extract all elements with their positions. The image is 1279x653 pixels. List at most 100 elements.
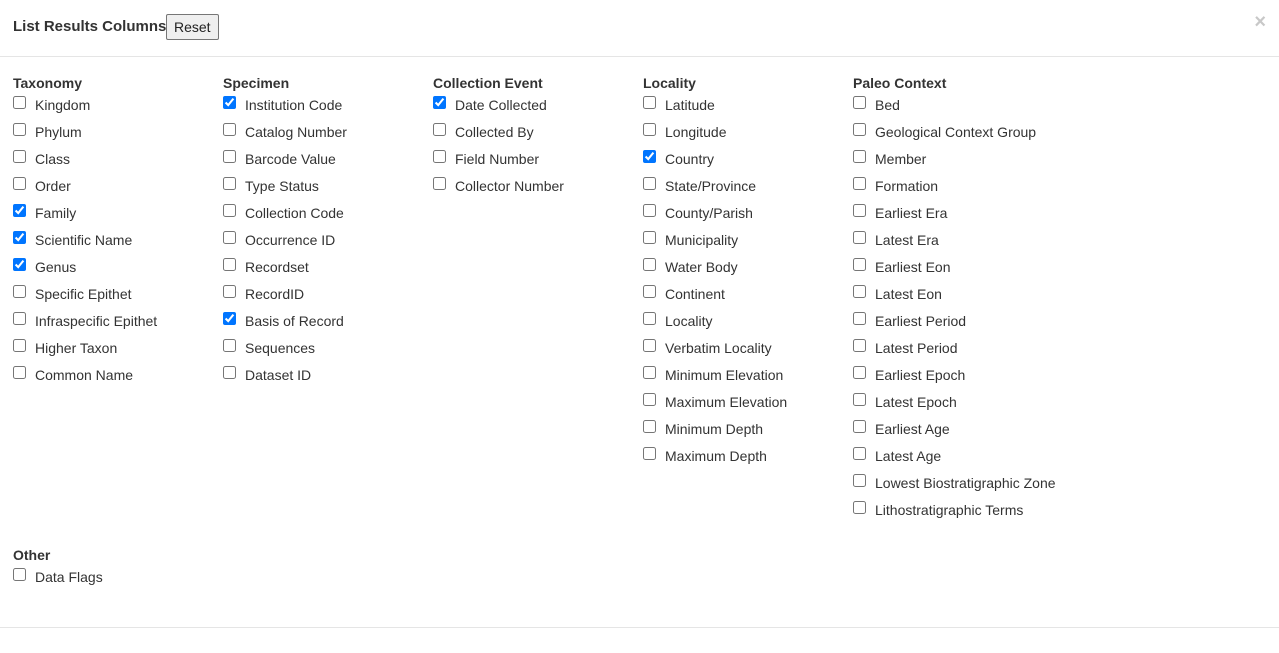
column-checkbox[interactable] [853,339,866,352]
column-checkbox[interactable] [13,177,26,190]
column-option-label[interactable]: Latest Period [875,340,958,356]
close-icon[interactable]: × [1254,11,1266,33]
column-option[interactable]: Latitude [643,95,853,122]
column-option-label[interactable]: Genus [35,259,76,275]
column-checkbox[interactable] [853,447,866,460]
column-option-label[interactable]: Locality [665,313,712,329]
column-option-label[interactable]: Basis of Record [245,313,344,329]
column-option[interactable]: Common Name [13,365,223,392]
column-option[interactable]: Catalog Number [223,122,433,149]
column-option[interactable]: Maximum Elevation [643,392,853,419]
column-option-label[interactable]: Geological Context Group [875,124,1036,140]
column-option-label[interactable]: Minimum Elevation [665,367,783,383]
column-option[interactable]: Class [13,149,223,176]
reset-button[interactable]: Reset [166,14,219,40]
column-option[interactable]: Latest Epoch [853,392,1113,419]
column-checkbox[interactable] [853,366,866,379]
column-option[interactable]: Collection Code [223,203,433,230]
column-checkbox[interactable] [223,204,236,217]
column-option[interactable]: Continent [643,284,853,311]
column-option-label[interactable]: Earliest Epoch [875,367,965,383]
column-checkbox[interactable] [643,312,656,325]
column-option-label[interactable]: Continent [665,286,725,302]
column-checkbox[interactable] [643,177,656,190]
column-checkbox[interactable] [643,96,656,109]
column-checkbox[interactable] [643,393,656,406]
column-option[interactable]: Minimum Elevation [643,365,853,392]
column-option[interactable]: Family [13,203,223,230]
column-option-label[interactable]: Order [35,178,71,194]
column-option-label[interactable]: Country [665,151,714,167]
column-option-label[interactable]: Barcode Value [245,151,336,167]
column-checkbox[interactable] [853,96,866,109]
column-option-label[interactable]: State/Province [665,178,756,194]
column-option[interactable]: Earliest Era [853,203,1113,230]
column-checkbox[interactable] [643,447,656,460]
column-option-label[interactable]: Municipality [665,232,738,248]
column-checkbox[interactable] [13,366,26,379]
column-option[interactable]: Dataset ID [223,365,433,392]
column-option[interactable]: Institution Code [223,95,433,122]
column-option-label[interactable]: Member [875,151,926,167]
column-option[interactable]: Higher Taxon [13,338,223,365]
column-option-label[interactable]: Maximum Depth [665,448,767,464]
column-option[interactable]: Specific Epithet [13,284,223,311]
column-option[interactable]: Date Collected [433,95,643,122]
column-checkbox[interactable] [853,312,866,325]
column-option[interactable]: Latest Age [853,446,1113,473]
column-checkbox[interactable] [853,393,866,406]
column-option[interactable]: Maximum Depth [643,446,853,473]
column-checkbox[interactable] [223,231,236,244]
column-option[interactable]: Order [13,176,223,203]
column-checkbox[interactable] [643,123,656,136]
column-option-label[interactable]: Earliest Age [875,421,950,437]
column-checkbox[interactable] [13,96,26,109]
column-option[interactable]: Formation [853,176,1113,203]
column-option[interactable]: Collector Number [433,176,643,203]
column-option-label[interactable]: RecordID [245,286,304,302]
column-checkbox[interactable] [853,204,866,217]
column-option[interactable]: Municipality [643,230,853,257]
column-checkbox[interactable] [13,312,26,325]
column-checkbox[interactable] [223,285,236,298]
column-option-label[interactable]: Longitude [665,124,727,140]
column-option-label[interactable]: Phylum [35,124,82,140]
column-option-label[interactable]: Dataset ID [245,367,311,383]
column-option-label[interactable]: Collection Code [245,205,344,221]
column-checkbox[interactable] [643,204,656,217]
column-option[interactable]: Type Status [223,176,433,203]
column-option-label[interactable]: Water Body [665,259,738,275]
column-checkbox[interactable] [643,420,656,433]
column-checkbox[interactable] [853,123,866,136]
column-checkbox[interactable] [223,312,236,325]
column-option[interactable]: Collected By [433,122,643,149]
column-option-label[interactable]: Bed [875,97,900,113]
column-option-label[interactable]: Higher Taxon [35,340,117,356]
column-checkbox[interactable] [643,258,656,271]
column-option[interactable]: Sequences [223,338,433,365]
column-option[interactable]: Earliest Epoch [853,365,1113,392]
column-checkbox[interactable] [853,474,866,487]
column-option[interactable]: Latest Eon [853,284,1113,311]
column-checkbox[interactable] [853,231,866,244]
column-checkbox[interactable] [853,501,866,514]
column-checkbox[interactable] [13,123,26,136]
column-option[interactable]: Water Body [643,257,853,284]
column-option-label[interactable]: Earliest Era [875,205,947,221]
column-option-label[interactable]: Infraspecific Epithet [35,313,157,329]
column-option[interactable]: Lowest Biostratigraphic Zone [853,473,1113,500]
column-option-label[interactable]: Family [35,205,76,221]
column-option[interactable]: Earliest Eon [853,257,1113,284]
column-option-label[interactable]: Latitude [665,97,715,113]
column-checkbox[interactable] [223,177,236,190]
column-option-label[interactable]: Occurrence ID [245,232,335,248]
column-checkbox[interactable] [433,177,446,190]
column-option[interactable]: Data Flags [13,567,223,594]
column-option-label[interactable]: Latest Eon [875,286,942,302]
column-option[interactable]: Member [853,149,1113,176]
column-option-label[interactable]: Earliest Eon [875,259,950,275]
column-checkbox[interactable] [223,339,236,352]
column-option-label[interactable]: Latest Era [875,232,939,248]
column-checkbox[interactable] [13,258,26,271]
column-option-label[interactable]: Collector Number [455,178,564,194]
